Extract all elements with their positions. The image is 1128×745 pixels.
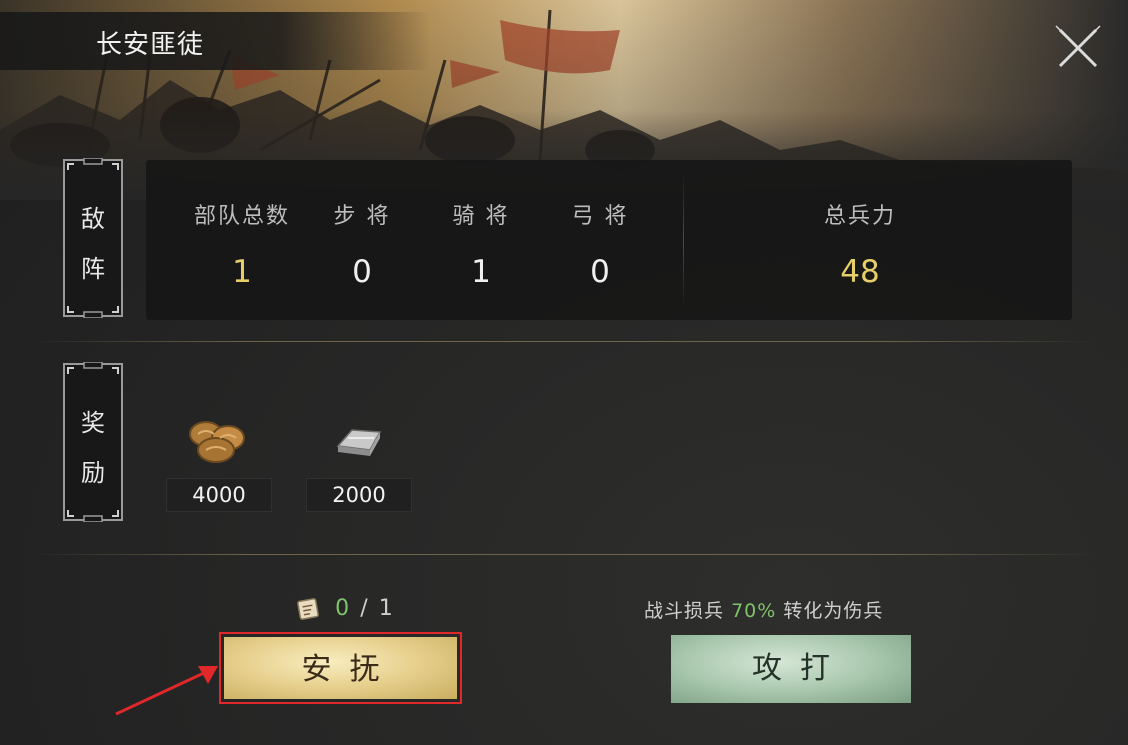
section-divider [30, 341, 1098, 342]
reward-amount: 2000 [306, 478, 412, 512]
stat-label: 步 将 [333, 204, 391, 229]
stat-total-units: 部队总数 1 [180, 198, 304, 290]
enemy-tag-char-1: 敌 [81, 205, 105, 233]
loss-suffix: 转化为伤兵 [783, 600, 884, 622]
stat-value: 0 [590, 254, 610, 290]
stat-archer: 弓 将 0 [552, 198, 648, 290]
stat-infantry: 步 将 0 [314, 198, 410, 290]
dialog-title: 长安匪徒 [96, 30, 205, 60]
loss-percent: 70% [731, 600, 777, 622]
pacify-button[interactable]: 安抚 [219, 632, 462, 704]
stat-label: 部队总数 [193, 204, 290, 229]
tokens-total: 1 [378, 596, 393, 621]
title-bar [0, 12, 430, 70]
reward-tag-char-2: 励 [81, 459, 105, 487]
stat-label: 总兵力 [823, 204, 896, 229]
dialog-background: 长安匪徒 敌 阵 部队总数 1 步 将 0 骑 将 1 弓 将 0 总兵力 48… [0, 0, 1128, 745]
stat-value: 48 [840, 254, 880, 290]
section-divider [30, 554, 1098, 555]
reward-tag: 奖 励 [62, 362, 124, 522]
stat-label: 弓 将 [571, 204, 629, 229]
grain-sacks-icon [189, 421, 245, 463]
stat-value: 1 [232, 254, 252, 290]
reward-tag-char-1: 奖 [81, 409, 105, 437]
stat-label: 骑 将 [452, 204, 510, 229]
enemy-formation-tag: 敌 阵 [62, 158, 124, 318]
close-icon [1055, 25, 1101, 68]
pacify-token-icon [297, 597, 319, 620]
attack-button-label: 攻打 [752, 651, 848, 686]
silver-ingot-icon [336, 429, 382, 456]
attack-button[interactable]: 攻打 [671, 635, 911, 703]
pacify-button-label: 安抚 [301, 652, 398, 687]
loss-prefix: 战斗损兵 [644, 600, 725, 622]
tokens-used: 0 [335, 596, 350, 621]
panel-divider [683, 172, 684, 308]
stat-value: 1 [471, 254, 491, 290]
reward-amount: 4000 [166, 478, 272, 512]
highlight-arrow-icon [115, 666, 218, 716]
stat-cavalry: 骑 将 1 [433, 198, 529, 290]
close-button[interactable] [1052, 22, 1104, 74]
stat-total-power: 总兵力 48 [800, 198, 920, 290]
battle-loss-info: 战斗损兵 70% 转化为伤兵 [644, 596, 883, 623]
stat-value: 0 [352, 254, 372, 290]
tokens-separator: / [360, 596, 368, 621]
pacify-token-counter: 0 / 1 [296, 596, 393, 624]
enemy-stats-panel: 部队总数 1 步 将 0 骑 将 1 弓 将 0 总兵力 48 [146, 160, 1072, 320]
enemy-tag-char-2: 阵 [81, 255, 105, 283]
